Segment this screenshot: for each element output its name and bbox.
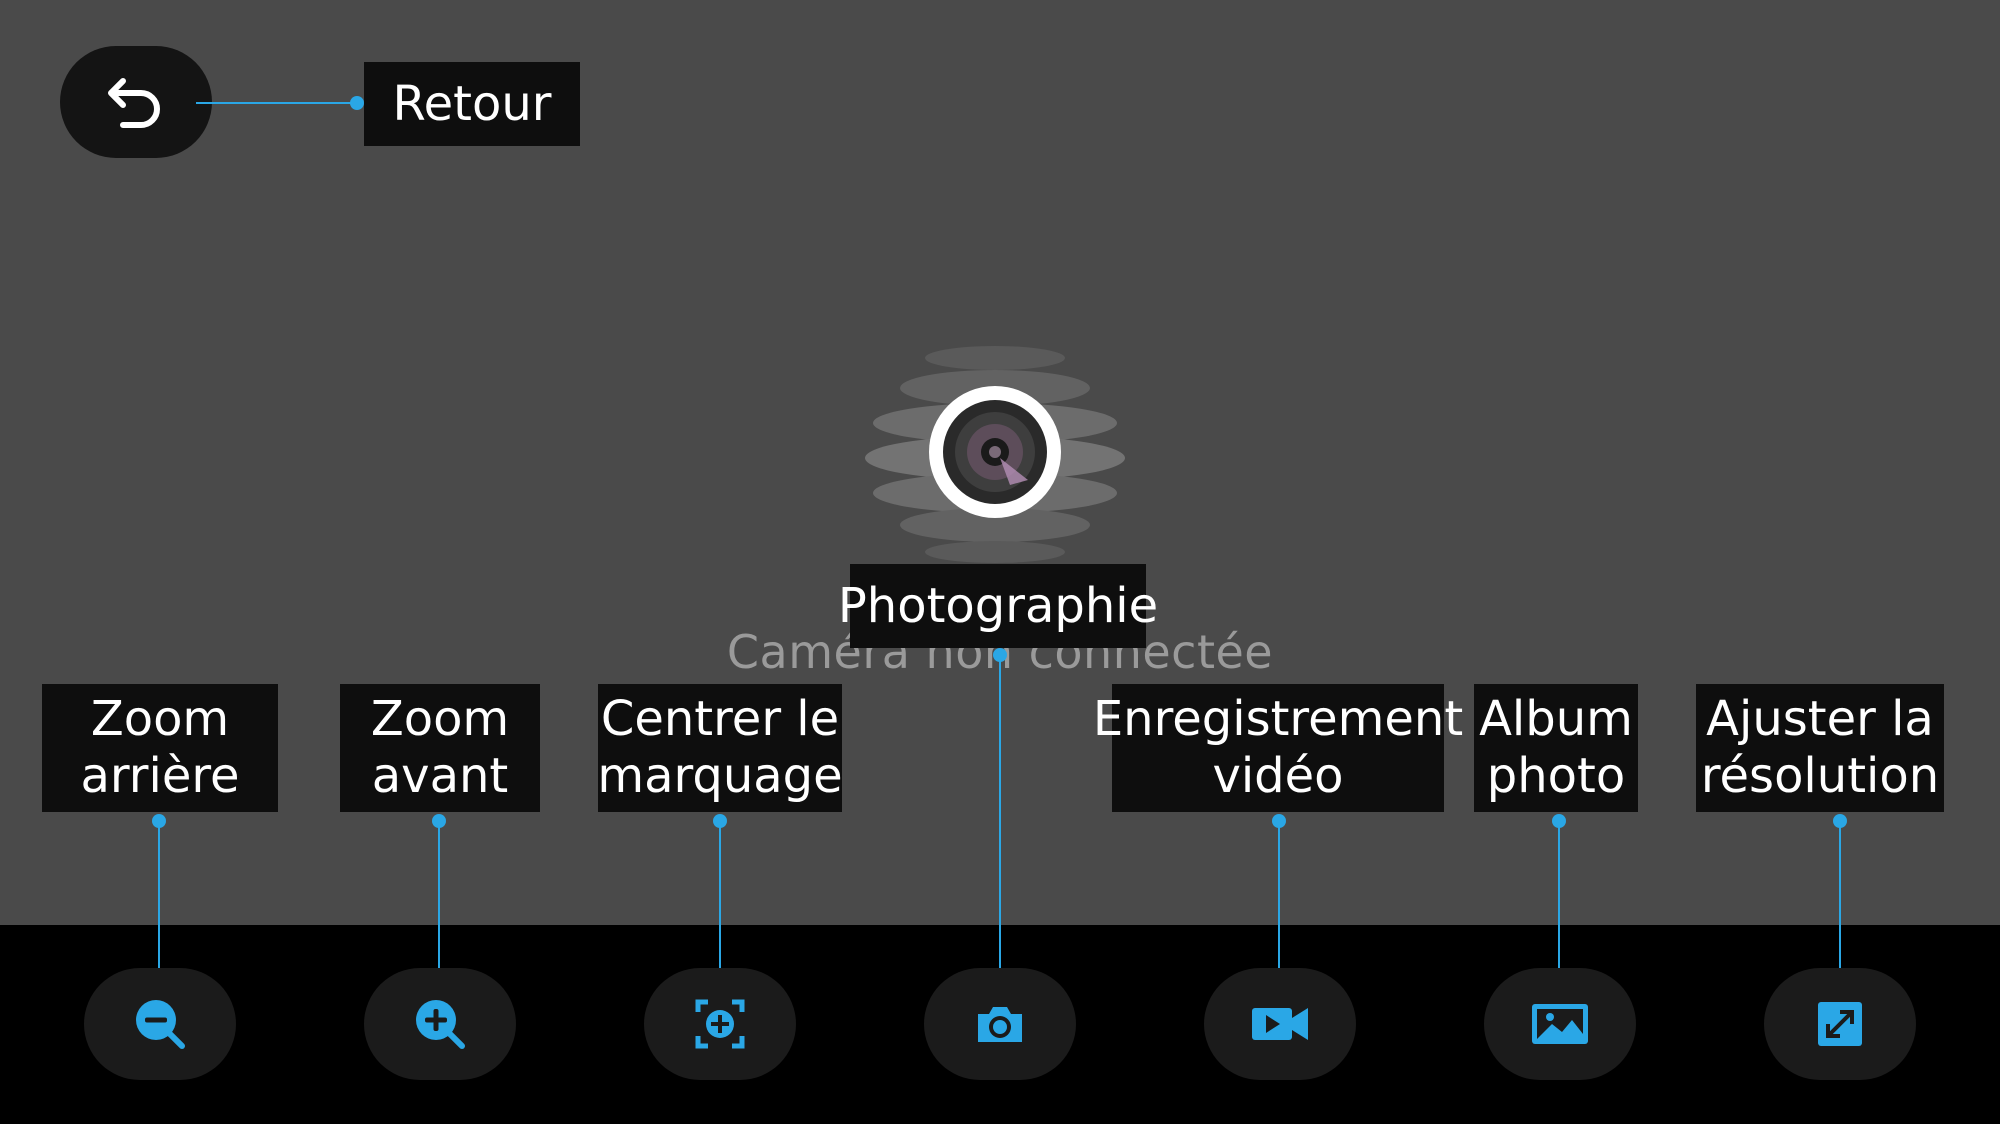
resolution-connector-line <box>1839 821 1841 981</box>
zoom-in-connector-line <box>438 821 440 981</box>
video-record-connector-line <box>1278 821 1280 981</box>
photo-album-icon <box>1532 1004 1588 1044</box>
zoom-out-icon <box>136 1000 185 1049</box>
zoom-in-icon <box>416 1000 465 1049</box>
take-photo-button[interactable] <box>924 968 1076 1080</box>
center-marking-callout-label: Centrer le marquage <box>597 684 843 812</box>
back-arrow-icon <box>108 78 160 128</box>
resolution-callout-label: Ajuster la résolution <box>1696 684 1944 812</box>
back-button[interactable] <box>60 46 212 158</box>
adjust-resolution-button[interactable] <box>1764 968 1916 1080</box>
camera-lens-graphic <box>865 346 1125 563</box>
camera-screen: Retour Caméra non connectée Zoom arrière… <box>0 0 2000 1124</box>
video-record-icon <box>1252 1008 1308 1040</box>
video-record-callout-label: Enregistrement vidéo <box>1093 684 1463 812</box>
back-connector-line <box>196 102 354 104</box>
photo-album-callout-label: Album photo <box>1474 684 1638 812</box>
resize-icon <box>1818 1002 1862 1046</box>
photo-callout-label: Photographie <box>838 564 1158 648</box>
zoom-out-callout-label: Zoom arrière <box>42 684 278 812</box>
center-marking-button[interactable] <box>644 968 796 1080</box>
center-crosshair-icon <box>695 999 745 1049</box>
photo-album-connector-line <box>1558 821 1560 981</box>
back-callout-label: Retour <box>364 62 580 146</box>
back-connector-dot <box>350 96 364 110</box>
center-marking-connector-line <box>719 821 721 981</box>
photo-album-button[interactable] <box>1484 968 1636 1080</box>
camera-icon <box>978 1007 1022 1042</box>
photo-connector-line <box>999 655 1001 981</box>
zoom-out-button[interactable] <box>84 968 236 1080</box>
zoom-in-callout-label: Zoom avant <box>340 684 540 812</box>
zoom-in-button[interactable] <box>364 968 516 1080</box>
video-record-button[interactable] <box>1204 968 1356 1080</box>
zoom-out-connector-line <box>158 821 160 981</box>
